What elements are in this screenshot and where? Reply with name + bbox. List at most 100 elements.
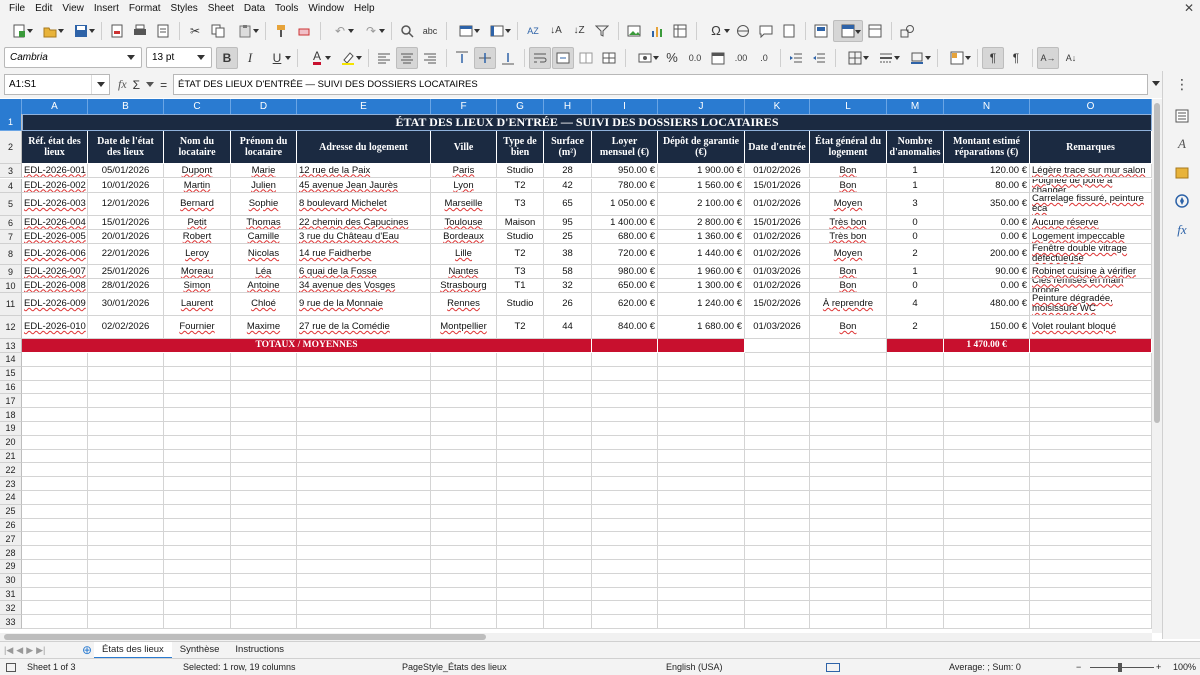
empty-cell[interactable]: [658, 353, 745, 367]
empty-cell[interactable]: [544, 449, 592, 464]
empty-cell[interactable]: [944, 560, 1030, 574]
empty-cell[interactable]: [1030, 449, 1152, 464]
font-color-button[interactable]: A: [302, 47, 332, 69]
format-as-date-button[interactable]: [707, 47, 729, 69]
empty-cell[interactable]: [658, 394, 745, 409]
table-cell[interactable]: 0.00 €: [944, 279, 1030, 293]
paste-button[interactable]: [230, 20, 260, 42]
empty-cell[interactable]: [1030, 491, 1152, 505]
table-cell[interactable]: 4: [887, 293, 944, 316]
empty-cell[interactable]: [297, 560, 431, 574]
row-header-6[interactable]: 6: [0, 216, 22, 230]
empty-cell[interactable]: [88, 573, 164, 588]
first-sheet-icon[interactable]: |◀: [4, 645, 13, 656]
formula-equals-icon[interactable]: =: [160, 78, 167, 92]
sidebar-menu-icon[interactable]: ⋮: [1163, 71, 1200, 98]
empty-cell[interactable]: [944, 380, 1030, 395]
row-header-32[interactable]: 32: [0, 601, 22, 616]
row-header-23[interactable]: 23: [0, 477, 22, 491]
empty-cell[interactable]: [592, 380, 658, 395]
empty-cell[interactable]: [88, 518, 164, 533]
empty-cell[interactable]: [1030, 463, 1152, 478]
row-header-31[interactable]: 31: [0, 587, 22, 602]
row-header-24[interactable]: 24: [0, 491, 22, 505]
empty-cell[interactable]: [544, 587, 592, 602]
empty-cell[interactable]: [1030, 366, 1152, 381]
row-header-15[interactable]: 15: [0, 366, 22, 381]
empty-cell[interactable]: [810, 601, 887, 616]
empty-cell[interactable]: [497, 463, 544, 478]
empty-cell[interactable]: [887, 449, 944, 464]
table-cell[interactable]: 1: [887, 265, 944, 279]
table-cell[interactable]: Nantes: [431, 265, 497, 279]
border-style-button[interactable]: [871, 47, 901, 69]
table-cell[interactable]: Robert: [164, 230, 231, 244]
next-sheet-icon[interactable]: ▶: [26, 645, 33, 656]
row-header-11[interactable]: 11: [0, 293, 22, 316]
totals-cell[interactable]: [592, 339, 658, 353]
empty-cell[interactable]: [658, 546, 745, 560]
empty-cell[interactable]: [1030, 504, 1152, 519]
empty-cell[interactable]: [22, 491, 88, 505]
underline-button[interactable]: U: [262, 47, 292, 69]
empty-cell[interactable]: [887, 546, 944, 560]
empty-cell[interactable]: [88, 463, 164, 478]
empty-cell[interactable]: [592, 353, 658, 367]
table-cell[interactable]: Bon: [810, 265, 887, 279]
empty-cell[interactable]: [431, 560, 497, 574]
empty-cell[interactable]: [658, 463, 745, 478]
font-size-box[interactable]: 13 pt: [146, 47, 212, 68]
empty-cell[interactable]: [745, 380, 810, 395]
table-cell[interactable]: EDL-2026-007: [22, 265, 88, 279]
empty-cell[interactable]: [810, 491, 887, 505]
empty-cell[interactable]: [497, 353, 544, 367]
empty-cell[interactable]: [297, 422, 431, 436]
table-cell[interactable]: 1 360.00 €: [658, 230, 745, 244]
empty-cell[interactable]: [887, 366, 944, 381]
empty-cell[interactable]: [164, 408, 231, 422]
empty-cell[interactable]: [88, 435, 164, 450]
empty-cell[interactable]: [944, 422, 1030, 436]
empty-cell[interactable]: [231, 587, 297, 602]
row-header-22[interactable]: 22: [0, 463, 22, 478]
empty-cell[interactable]: [745, 435, 810, 450]
empty-cell[interactable]: [944, 491, 1030, 505]
empty-cell[interactable]: [231, 546, 297, 560]
vertical-scroll-thumb[interactable]: [1154, 103, 1160, 423]
empty-cell[interactable]: [497, 573, 544, 588]
empty-cell[interactable]: [497, 518, 544, 533]
empty-cell[interactable]: [745, 422, 810, 436]
empty-cell[interactable]: [88, 532, 164, 547]
empty-cell[interactable]: [297, 518, 431, 533]
totals-cell[interactable]: [658, 339, 745, 353]
align-center-button[interactable]: [396, 46, 418, 69]
empty-cell[interactable]: [22, 518, 88, 533]
empty-cell[interactable]: [745, 366, 810, 381]
empty-cell[interactable]: [431, 366, 497, 381]
table-cell[interactable]: EDL-2026-003: [22, 193, 88, 216]
empty-cell[interactable]: [887, 560, 944, 574]
empty-cell[interactable]: [497, 532, 544, 547]
menu-tools[interactable]: Tools: [270, 0, 303, 17]
row-header-20[interactable]: 20: [0, 435, 22, 450]
table-cell[interactable]: EDL-2026-008: [22, 279, 88, 293]
show-draw-functions-button[interactable]: [896, 20, 918, 42]
table-cell[interactable]: 01/02/2026: [745, 193, 810, 216]
column-header-a[interactable]: A: [22, 99, 88, 114]
document-modified-icon[interactable]: [6, 663, 16, 672]
table-cell[interactable]: 22 chemin des Capucines: [297, 216, 431, 230]
empty-cell[interactable]: [164, 422, 231, 436]
empty-cell[interactable]: [658, 408, 745, 422]
empty-cell[interactable]: [164, 491, 231, 505]
headers-footers-button[interactable]: [778, 20, 800, 42]
empty-cell[interactable]: [592, 518, 658, 533]
background-color-button[interactable]: [333, 47, 363, 69]
empty-cell[interactable]: [1030, 532, 1152, 547]
empty-cell[interactable]: [544, 504, 592, 519]
empty-cell[interactable]: [22, 504, 88, 519]
table-cell[interactable]: 0.00 €: [944, 216, 1030, 230]
table-cell[interactable]: 90.00 €: [944, 265, 1030, 279]
table-cell[interactable]: 1: [887, 179, 944, 193]
name-box[interactable]: A1:S1: [4, 74, 110, 95]
empty-cell[interactable]: [592, 615, 658, 629]
